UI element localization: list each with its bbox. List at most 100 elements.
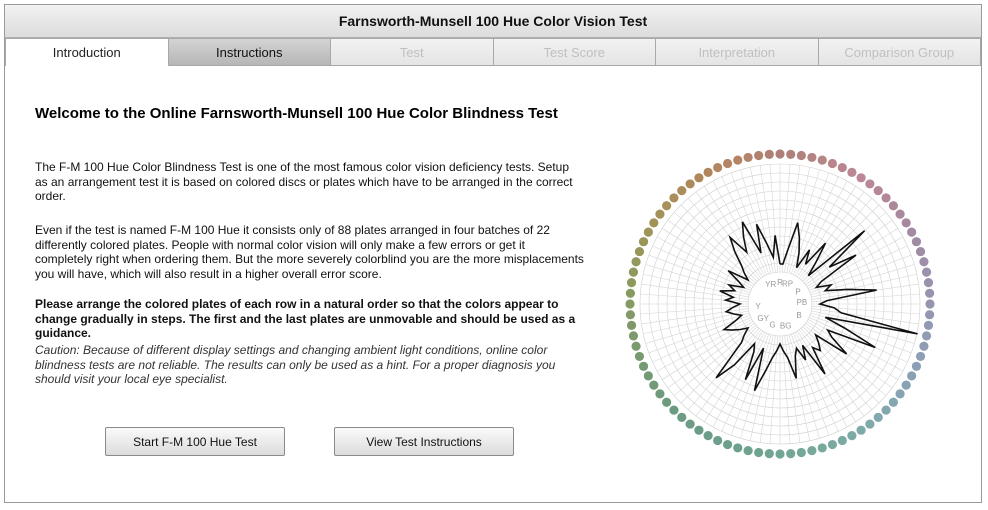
color-plate bbox=[625, 299, 635, 309]
color-plate bbox=[694, 173, 704, 183]
color-plate bbox=[901, 380, 911, 390]
grid-spoke bbox=[802, 204, 880, 282]
color-plate bbox=[837, 435, 847, 446]
hue-label: GY bbox=[757, 314, 769, 323]
color-plate bbox=[873, 412, 883, 422]
caution-paragraph: Caution: Because of different display se… bbox=[35, 343, 556, 387]
color-plate bbox=[626, 278, 637, 288]
grid-spoke bbox=[793, 176, 839, 276]
grid-spoke bbox=[793, 332, 839, 432]
color-plate bbox=[733, 155, 743, 165]
tab-introduction[interactable]: Introduction bbox=[5, 38, 169, 66]
hue-label: B bbox=[796, 311, 801, 320]
color-plate bbox=[764, 149, 774, 159]
color-plate bbox=[847, 431, 857, 441]
instruction-paragraph: Please arrange the colored plates of eac… bbox=[35, 297, 576, 341]
grid-spoke bbox=[652, 317, 752, 363]
color-plate bbox=[888, 397, 898, 407]
color-plate bbox=[754, 447, 764, 458]
color-plate bbox=[865, 419, 875, 429]
color-plate bbox=[677, 186, 687, 196]
color-plate bbox=[817, 155, 827, 165]
tab-test-score: Test Score bbox=[493, 38, 656, 66]
tab-interpretation: Interpretation bbox=[656, 38, 819, 66]
color-plate bbox=[638, 237, 649, 247]
color-plate bbox=[669, 193, 679, 203]
color-plate bbox=[921, 331, 932, 341]
grid-spoke bbox=[652, 245, 752, 291]
color-plate bbox=[655, 389, 665, 399]
color-plate bbox=[895, 389, 905, 399]
color-plate bbox=[856, 173, 866, 183]
color-plate bbox=[649, 218, 659, 228]
color-plate bbox=[907, 371, 917, 381]
color-plate bbox=[631, 257, 641, 267]
color-plate bbox=[669, 405, 679, 415]
color-plate bbox=[919, 341, 929, 351]
hue-label: Y bbox=[755, 302, 761, 311]
color-plate bbox=[807, 445, 817, 456]
page-heading: Welcome to the Online Farnsworth-Munsell… bbox=[35, 105, 558, 122]
color-plate bbox=[733, 443, 743, 453]
color-plate bbox=[865, 179, 875, 189]
color-plate bbox=[643, 227, 653, 237]
color-plate bbox=[638, 361, 649, 371]
tab-instructions[interactable]: Instructions bbox=[168, 38, 331, 66]
color-plate bbox=[923, 278, 934, 288]
color-plate bbox=[775, 449, 785, 459]
color-plate bbox=[901, 218, 911, 228]
color-plate bbox=[827, 439, 838, 450]
color-plate bbox=[713, 435, 723, 446]
intro-paragraph: The F-M 100 Hue Color Blindness Test is … bbox=[35, 160, 573, 204]
color-plate bbox=[634, 351, 645, 362]
color-plate bbox=[837, 162, 847, 173]
color-plate bbox=[911, 237, 922, 247]
color-plate bbox=[873, 186, 883, 196]
color-plate bbox=[925, 299, 935, 309]
color-plate bbox=[856, 425, 866, 435]
color-plate bbox=[634, 246, 645, 257]
color-plate bbox=[703, 431, 713, 441]
hue-label: PB bbox=[797, 298, 808, 307]
color-plate bbox=[775, 149, 785, 159]
color-plate bbox=[796, 447, 806, 458]
color-plate bbox=[881, 193, 891, 203]
color-plate bbox=[655, 209, 665, 219]
color-plate bbox=[685, 419, 695, 429]
color-plate bbox=[743, 152, 753, 163]
color-plate bbox=[754, 150, 764, 161]
hue-label: RP bbox=[782, 279, 793, 288]
color-plate bbox=[915, 246, 926, 257]
color-plate bbox=[722, 158, 733, 169]
color-plate bbox=[895, 209, 905, 219]
color-plate bbox=[925, 288, 935, 298]
color-plate bbox=[881, 405, 891, 415]
start-test-button[interactable]: Start F-M 100 Hue Test bbox=[105, 427, 285, 456]
tab-bar: Introduction Instructions Test Test Scor… bbox=[5, 38, 981, 67]
hue-label: YR bbox=[765, 280, 776, 289]
color-plate bbox=[703, 167, 713, 177]
view-instructions-button[interactable]: View Test Instructions bbox=[334, 427, 514, 456]
hue-label: P bbox=[795, 287, 800, 296]
plates-paragraph: Even if the test is named F-M 100 Hue it… bbox=[35, 223, 584, 281]
grid-spoke bbox=[749, 167, 774, 273]
color-plate bbox=[694, 425, 704, 435]
window-title: Farnsworth-Munsell 100 Hue Color Vision … bbox=[5, 5, 981, 38]
color-plate bbox=[628, 331, 639, 341]
color-plate bbox=[888, 201, 898, 211]
color-plate bbox=[713, 162, 723, 173]
color-plate bbox=[685, 179, 695, 189]
color-plate bbox=[764, 449, 774, 459]
hue-label: G bbox=[769, 321, 775, 330]
tab-test: Test bbox=[331, 38, 494, 66]
color-plate bbox=[915, 351, 926, 362]
color-plate bbox=[677, 412, 687, 422]
color-plate bbox=[923, 320, 934, 330]
color-plate bbox=[807, 152, 817, 163]
color-plate bbox=[662, 201, 672, 211]
color-plate bbox=[786, 449, 796, 459]
color-plate bbox=[625, 310, 635, 320]
hue-error-chart: R RPPPBBBGGGYYYR bbox=[625, 149, 935, 459]
color-plate bbox=[847, 167, 857, 177]
color-plate bbox=[628, 267, 639, 277]
